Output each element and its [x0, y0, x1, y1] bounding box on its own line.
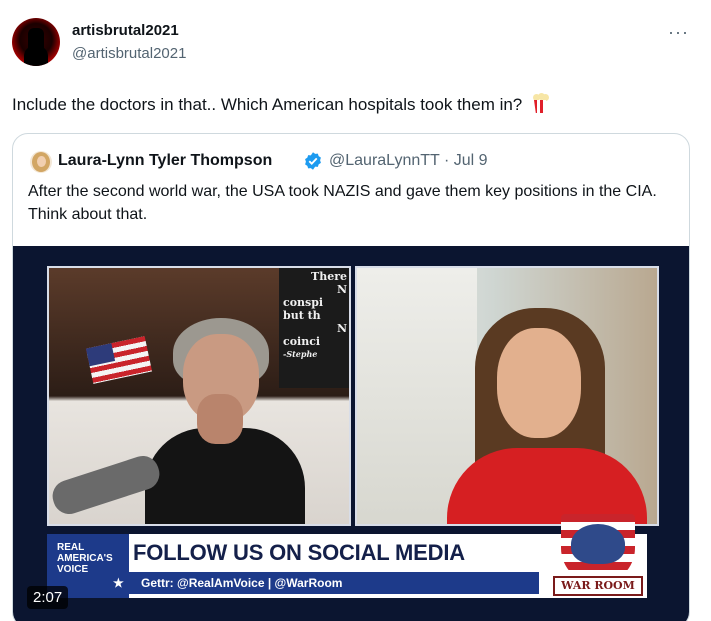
avatar-figure-shoulders [24, 46, 48, 66]
quoted-tweet[interactable]: Laura-Lynn Tyler Thompson @LauraLynnTT ·… [12, 133, 690, 621]
quoted-handle-date[interactable]: @LauraLynnTT · Jul 9 [329, 152, 488, 170]
war-room-logo: WAR ROOM [553, 504, 643, 604]
quoted-tweet-text: After the second world war, the USA took… [28, 183, 657, 223]
avatar[interactable] [12, 18, 60, 66]
eagle-icon [571, 524, 625, 564]
popcorn-icon [531, 93, 549, 113]
display-name[interactable]: artisbrutal2021 [72, 22, 179, 39]
banner-title: FOLLOW US ON SOCIAL MEDIA [133, 540, 465, 565]
host-figure [145, 316, 305, 524]
video-panel-left: There N conspi but th N coinci -Stephe [47, 266, 351, 526]
tweet[interactable]: artisbrutal2021 @artisbrutal2021 ··· Inc… [0, 0, 711, 621]
video-panel-right [355, 266, 659, 526]
more-options-icon[interactable]: ··· [668, 22, 689, 43]
quoted-avatar[interactable] [30, 151, 52, 173]
video-duration: 2:07 [27, 586, 69, 609]
video-player[interactable]: There N conspi but th N coinci -Stephe R… [13, 246, 689, 621]
star-icon: ★ [113, 576, 124, 590]
banner-subtitle: Gettr: @RealAmVoice | @WarRoom [129, 572, 539, 594]
american-flag [85, 336, 153, 384]
handle[interactable]: @artisbrutal2021 [72, 45, 186, 62]
tweet-text: Include the doctors in that.. Which Amer… [12, 93, 549, 115]
quoted-display-name[interactable]: Laura-Lynn Tyler Thompson [58, 152, 272, 170]
tweet-text-content: Include the doctors in that.. Which Amer… [12, 95, 523, 114]
verified-badge-icon [305, 152, 321, 170]
